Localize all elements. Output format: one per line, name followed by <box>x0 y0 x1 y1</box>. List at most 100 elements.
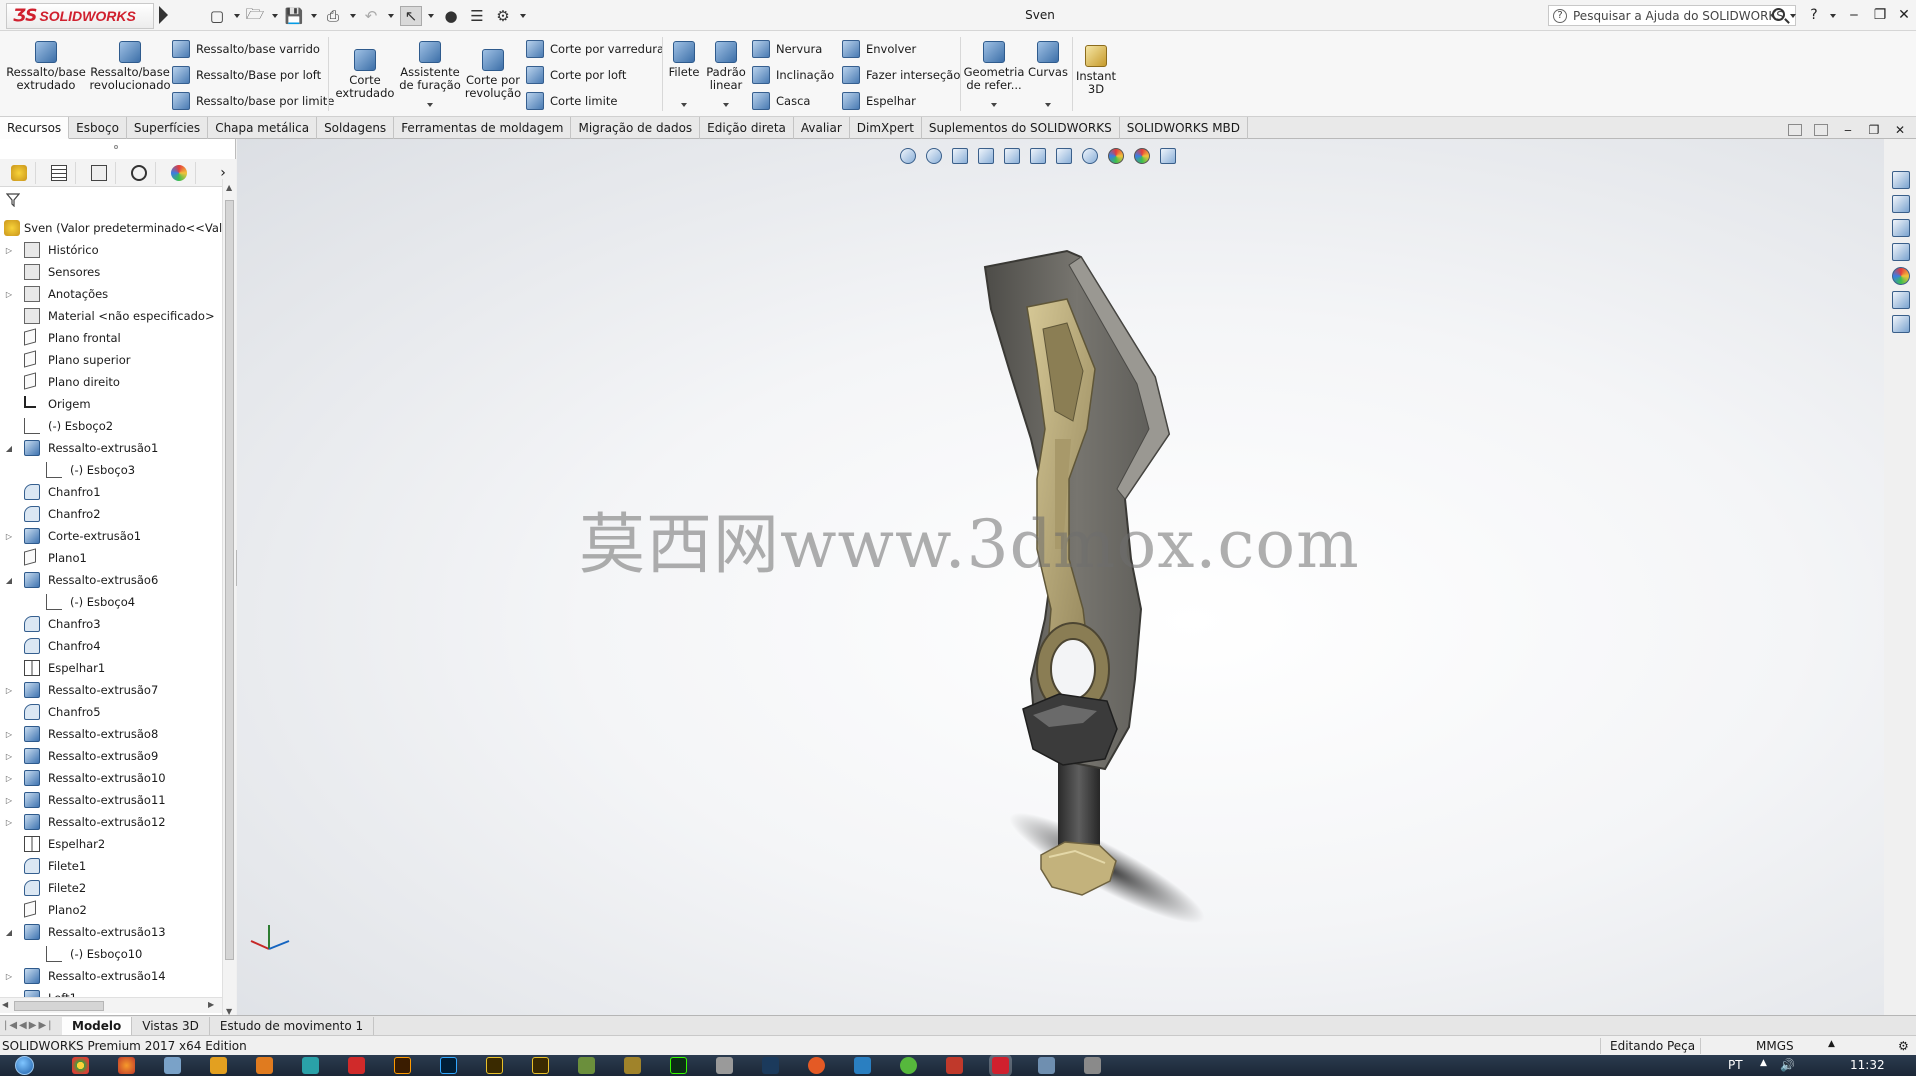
undo-dropdown-icon[interactable] <box>388 14 394 18</box>
revolved-boss-button[interactable]: Ressalto/base revolucionado <box>88 41 172 92</box>
extruded-boss-button[interactable]: Ressalto/base extrudado <box>6 41 86 92</box>
app-icon[interactable] <box>1038 1057 1055 1074</box>
tile-vertical-icon[interactable] <box>1814 124 1828 136</box>
tab-navigation-arrows-icon[interactable]: |◀◀▶▶| <box>0 1016 62 1036</box>
design-library-icon[interactable] <box>1892 195 1910 213</box>
sword-guard[interactable] <box>1022 693 1118 766</box>
tab-modelo[interactable]: Modelo <box>62 1016 133 1035</box>
app-icon[interactable] <box>808 1057 825 1074</box>
tree-item-filete1[interactable]: Filete1 <box>0 855 222 877</box>
scrollbar-thumb[interactable] <box>14 1001 104 1011</box>
scroll-up-icon[interactable]: ▲ <box>226 183 232 192</box>
search-icon[interactable] <box>1772 8 1785 21</box>
home-icon[interactable] <box>1892 171 1910 189</box>
tree-item-espelhar2[interactable]: Espelhar2 <box>0 833 222 855</box>
unit-system-arrow-icon[interactable]: ▲ <box>1828 1039 1835 1049</box>
tree-item-ressalto-extrusao1[interactable]: ◢ Ressalto-extrusão1 <box>0 437 222 459</box>
tree-item-chanfro3[interactable]: Chanfro3 <box>0 613 222 635</box>
revolved-cut-button[interactable]: Corte por revolução <box>462 49 524 100</box>
print-dropdown-icon[interactable] <box>350 14 356 18</box>
app-icon[interactable] <box>302 1057 319 1074</box>
tree-item-ressalto-extrusao14[interactable]: ▷ Ressalto-extrusão14 <box>0 965 222 987</box>
minimize-button[interactable]: ‒ <box>1844 6 1864 24</box>
app-icon[interactable] <box>164 1057 181 1074</box>
tree-item-origem[interactable]: Origem <box>0 393 222 415</box>
tree-item-anotacoes[interactable]: ▷ Anotações <box>0 283 222 305</box>
tab-chapa-metalica[interactable]: Chapa metálica <box>208 117 318 139</box>
tree-item-ressalto-extrusao6[interactable]: ◢ Ressalto-extrusão6 <box>0 569 222 591</box>
scrollbar-thumb[interactable] <box>225 200 234 960</box>
tab-solidworks-mbd[interactable]: SOLIDWORKS MBD <box>1120 117 1249 139</box>
draft-button[interactable]: Inclinação <box>752 64 834 86</box>
tab-migracao-dados[interactable]: Migração de dados <box>571 117 701 139</box>
select-pointer-icon[interactable]: ↖ <box>400 6 422 26</box>
tree-item-ressalto-extrusao9[interactable]: ▷ Ressalto-extrusão9 <box>0 745 222 767</box>
expand-arrow-icon[interactable]: ▷ <box>4 817 14 827</box>
hole-wizard-dropdown-icon[interactable] <box>427 103 433 107</box>
chrome-icon[interactable] <box>72 1057 89 1074</box>
boundary-boss-button[interactable]: Ressalto/base por limite <box>172 90 334 112</box>
tree-item-material[interactable]: Material <não especificado> <box>0 305 222 327</box>
intersect-button[interactable]: Fazer interseção <box>842 64 960 86</box>
tab-recursos[interactable]: Recursos <box>0 117 70 139</box>
tab-suplementos[interactable]: Suplementos do SOLIDWORKS <box>922 117 1120 139</box>
doc-minimize-button[interactable]: ‒ <box>1838 121 1858 139</box>
expand-arrow-icon[interactable]: ▷ <box>4 751 14 761</box>
wrap-button[interactable]: Envolver <box>842 38 916 60</box>
menu-expand-arrow-icon[interactable] <box>159 6 168 24</box>
reference-geometry-button[interactable]: Geometria de refer... <box>962 41 1026 92</box>
unit-system[interactable]: MMGS <box>1756 1039 1794 1053</box>
tree-item-ressalto-extrusao10[interactable]: ▷ Ressalto-extrusão10 <box>0 767 222 789</box>
tab-dimxpert[interactable]: DimXpert <box>850 117 922 139</box>
appearances-icon[interactable] <box>1892 267 1910 285</box>
app-icon[interactable] <box>578 1057 595 1074</box>
collapse-arrow-icon[interactable]: ◢ <box>4 575 14 585</box>
feature-tree-tab[interactable] <box>2 162 36 184</box>
view-palette-icon[interactable] <box>1892 243 1910 261</box>
collapse-arrow-icon[interactable]: ◢ <box>4 927 14 937</box>
scroll-right-icon[interactable]: ▶ <box>208 1000 214 1009</box>
blender-icon[interactable] <box>256 1057 273 1074</box>
photoshop-icon[interactable] <box>440 1057 457 1074</box>
options-dropdown-icon[interactable] <box>520 14 526 18</box>
lofted-boss-button[interactable]: Ressalto/Base por loft <box>172 64 321 86</box>
expand-arrow-icon[interactable]: ▷ <box>4 971 14 981</box>
feature-tree-horizontal-scrollbar[interactable]: ◀ ▶ <box>0 997 222 1013</box>
configuration-manager-tab[interactable] <box>82 162 116 184</box>
app-icon[interactable] <box>716 1057 733 1074</box>
restore-button[interactable]: ❐ <box>1870 6 1890 24</box>
fillet-dropdown-icon[interactable] <box>681 103 687 107</box>
dimxpert-manager-tab[interactable] <box>122 162 156 184</box>
tree-item-plano-superior[interactable]: Plano superior <box>0 349 222 371</box>
acrobat-icon[interactable] <box>348 1057 365 1074</box>
print-icon[interactable]: ⎙ <box>322 6 344 26</box>
tree-item-chanfro4[interactable]: Chanfro4 <box>0 635 222 657</box>
close-button[interactable]: ✕ <box>1894 6 1914 24</box>
search-dropdown-icon[interactable] <box>1790 14 1796 18</box>
illustrator-icon[interactable] <box>394 1057 411 1074</box>
expand-arrow-icon[interactable]: ▷ <box>4 289 14 299</box>
tab-avaliar[interactable]: Avaliar <box>794 117 850 139</box>
tree-item-ressalto-extrusao12[interactable]: ▷ Ressalto-extrusão12 <box>0 811 222 833</box>
tree-item-chanfro1[interactable]: Chanfro1 <box>0 481 222 503</box>
start-button[interactable] <box>6 1055 42 1076</box>
shell-button[interactable]: Casca <box>752 90 810 112</box>
lofted-cut-button[interactable]: Corte por loft <box>526 64 626 86</box>
instant3d-button[interactable]: Instant 3D <box>1074 45 1118 96</box>
clock-time[interactable]: 11:32 <box>1850 1058 1885 1072</box>
firefox-icon[interactable] <box>118 1057 135 1074</box>
tree-item-ressalto-extrusao8[interactable]: ▷ Ressalto-extrusão8 <box>0 723 222 745</box>
traffic-light-rebuild-icon[interactable]: ● <box>440 6 462 26</box>
app-icon[interactable] <box>624 1057 641 1074</box>
tray-expand-icon[interactable]: ▲ <box>1760 1058 1767 1068</box>
tree-item-espelhar1[interactable]: Espelhar1 <box>0 657 222 679</box>
doc-close-button[interactable]: ✕ <box>1890 121 1910 139</box>
expand-arrow-icon[interactable]: ▷ <box>4 685 14 695</box>
display-manager-tab[interactable] <box>162 162 196 184</box>
tree-item-plano1[interactable]: Plano1 <box>0 547 222 569</box>
undo-icon[interactable]: ↶ <box>360 6 382 26</box>
expand-arrow-icon[interactable]: ▷ <box>4 773 14 783</box>
coordinate-triad[interactable] <box>245 919 295 959</box>
rib-button[interactable]: Nervura <box>752 38 822 60</box>
app-icon[interactable] <box>854 1057 871 1074</box>
